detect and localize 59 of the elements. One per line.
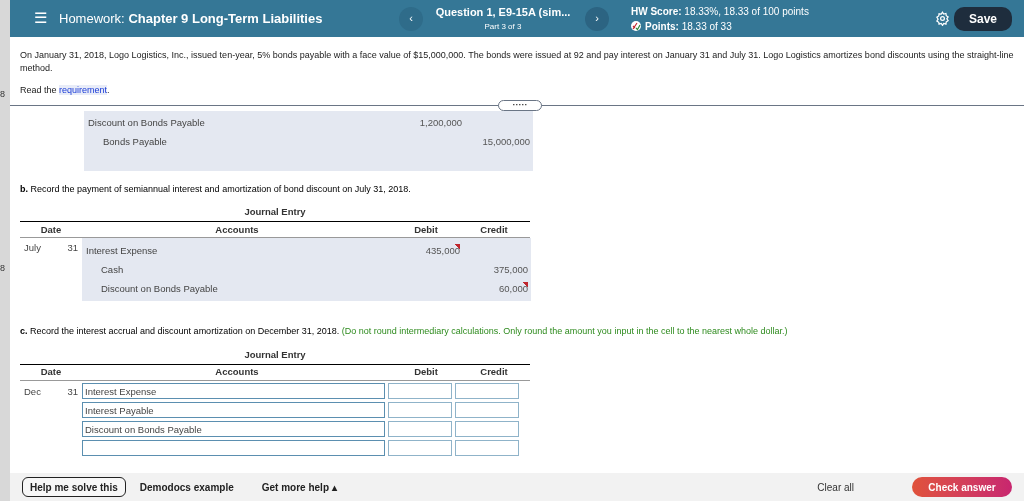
account-name: Interest Expense xyxy=(86,244,158,256)
column-header: Accounts xyxy=(214,222,260,237)
points: Points: 18.33 of 33 xyxy=(645,19,732,34)
column-header: Accounts xyxy=(214,365,260,380)
amount-cell-text: 1,200,000 xyxy=(418,115,462,130)
debit-field[interactable] xyxy=(388,383,452,399)
problem-text: On January 31, 2018, Logo Logistics, Inc., issued ten-year, 5% bonds payable with a face value of $15,000,000. The bonds were issued at 92 and pay interest on January 31 and July 31. Logo Logistics amortizes bond discounts using the straight-line method. xyxy=(20,49,1014,75)
check-answer-button[interactable]: Check answer xyxy=(912,477,1012,497)
debit-field[interactable] xyxy=(388,402,452,418)
credit-field[interactable] xyxy=(455,402,519,418)
settings-icon[interactable] xyxy=(935,11,950,26)
menu-icon[interactable]: ☰ xyxy=(34,7,47,30)
credit-field[interactable] xyxy=(455,440,519,456)
debit-field[interactable] xyxy=(388,440,452,456)
amount-cell-text: 15,000,000 xyxy=(481,134,530,149)
homework-title: Homework: Chapter 9 Long-Term Liabilities xyxy=(59,9,324,28)
column-header: Debit xyxy=(413,365,439,380)
table-title: Journal Entry xyxy=(20,347,530,365)
previous-question-button[interactable]: ‹ xyxy=(399,6,423,31)
part-b-prompt: b. Record the payment of semiannual interest and amortization of bond discount on July 31, 2018. xyxy=(20,182,412,196)
period: . xyxy=(107,85,110,95)
account-name: Bonds Payable xyxy=(103,135,167,147)
splitter-handle[interactable]: ····· xyxy=(498,99,542,111)
question-title: Question 1, E9-15A (sim... xyxy=(435,5,571,21)
date-day: 31 xyxy=(67,240,78,255)
help-me-solve-button[interactable]: Help me solve this xyxy=(22,477,126,497)
date-month: July xyxy=(24,240,41,255)
date-month: Dec xyxy=(24,385,41,400)
page-number: 8 xyxy=(0,261,6,275)
column-header: Debit xyxy=(413,222,439,237)
account-field[interactable]: Discount on Bonds Payable xyxy=(82,421,385,437)
rounding-note: (Do not round intermediary calculations. Only round the amount you input in the cell to the nearest whole dollar.) xyxy=(341,326,788,337)
account-name: Cash xyxy=(101,263,124,275)
account-name: Discount on Bonds Payable xyxy=(88,116,205,128)
part-c-prompt: c. Record the interest accrual and discount amortization on December 31, 2018. xyxy=(20,326,341,337)
column-header: Date xyxy=(39,365,63,380)
credit-field[interactable] xyxy=(455,421,519,437)
table-title: Journal Entry xyxy=(20,205,530,223)
part-label: Part 3 of 3 xyxy=(484,20,522,33)
clear-all-button[interactable]: Clear all xyxy=(817,479,854,495)
date-day: 31 xyxy=(67,385,78,400)
amount-cell-text: 375,000 xyxy=(492,262,528,277)
hw-score: HW Score: 18.33%, 18.33 of 100 points xyxy=(631,4,810,19)
account-field[interactable]: Interest Payable xyxy=(82,402,385,418)
page-number: 8 xyxy=(0,88,6,101)
more-help-button[interactable]: Get more help ▴ xyxy=(261,479,337,495)
demodocs-link[interactable]: Demodocs example xyxy=(139,479,234,495)
read-label: Read the xyxy=(20,85,58,95)
column-header: Credit xyxy=(479,222,509,237)
debit-field[interactable] xyxy=(388,421,452,437)
save-button[interactable]: Save xyxy=(954,6,1012,31)
next-question-button[interactable]: › xyxy=(585,6,609,31)
account-field[interactable]: Interest Expense xyxy=(82,383,385,399)
column-header: Date xyxy=(39,222,63,237)
account-name: Discount on Bonds Payable xyxy=(101,282,218,294)
account-field[interactable] xyxy=(82,440,385,456)
column-header: Credit xyxy=(479,365,509,380)
partial-credit-icon xyxy=(631,21,641,31)
credit-field[interactable] xyxy=(455,383,519,399)
